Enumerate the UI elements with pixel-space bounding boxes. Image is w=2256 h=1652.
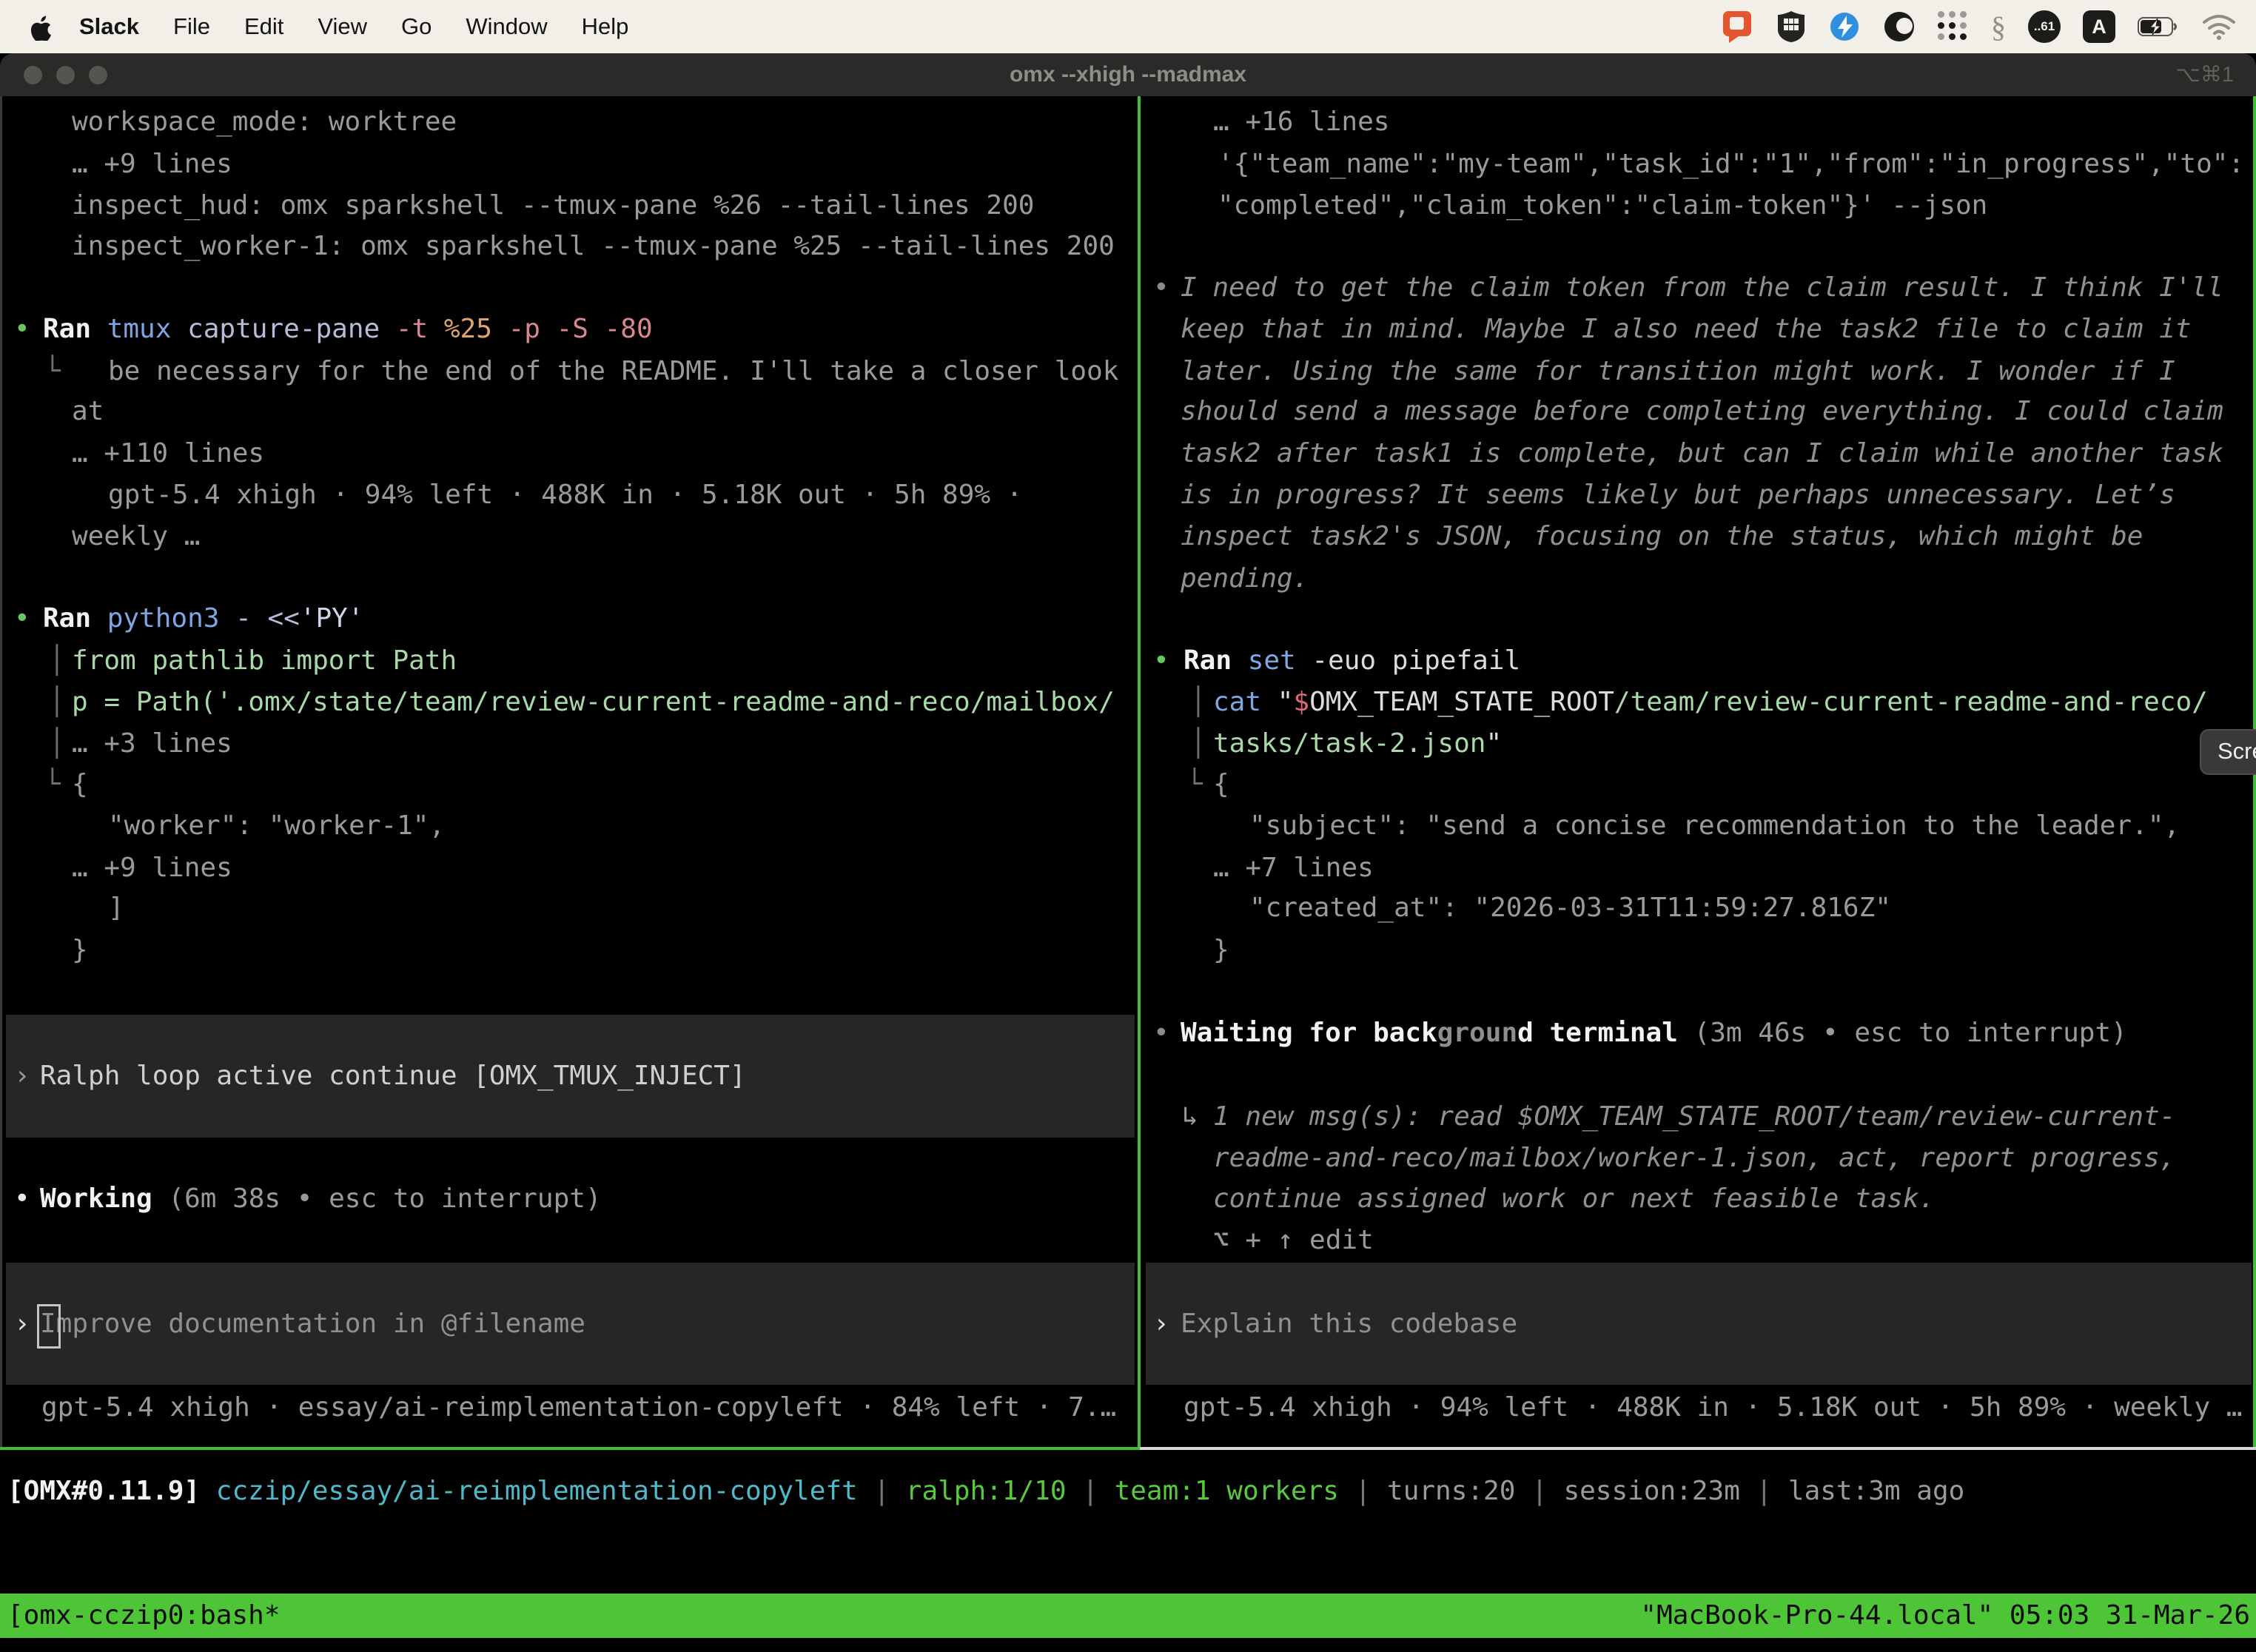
text-segment: | [1756, 1476, 1788, 1506]
text-segment: last:3m ago [1788, 1476, 1964, 1506]
window-left-border [0, 96, 2, 1448]
screen-tooltip-label: Scre [2218, 738, 2256, 764]
text-segment: | [873, 1476, 905, 1506]
text-segment: ralph:1/10 [906, 1476, 1082, 1506]
counter-badge-icon[interactable]: ..61 [2028, 10, 2061, 43]
battery-icon[interactable] [2138, 16, 2179, 37]
tmux-status-bar: [omx-cczip0:bash* "MacBook-Pro-44.local"… [0, 1594, 2256, 1638]
text-segment: [OMX#0.11.9] [7, 1476, 216, 1506]
menu-app-name[interactable]: Slack [62, 13, 156, 40]
right-prompt-input-box[interactable] [1146, 1263, 2252, 1385]
ralph-status-box [6, 1015, 1135, 1138]
macos-menu-bar: Slack File Edit View Go Window Help § ..… [0, 0, 2256, 53]
tmux-host-clock-label: "MacBook-Pro-44.local" 05:03 31-Mar-26 [1640, 1594, 2250, 1638]
window-shortcut-badge: ⌥⌘1 [2175, 53, 2234, 96]
text-segment: | [1355, 1476, 1387, 1506]
pane-divider[interactable] [1138, 96, 1141, 1448]
dots-grid-icon[interactable] [1938, 11, 1969, 42]
text-segment: team:1 workers [1115, 1476, 1355, 1506]
left-prompt-input-box[interactable] [6, 1263, 1135, 1385]
menu-item-file[interactable]: File [156, 13, 227, 40]
omx-session-status-line: [OMX#0.11.9] cczip/essay/ai-reimplementa… [0, 1471, 2256, 1512]
menu-item-go[interactable]: Go [384, 13, 449, 40]
apple-menu-icon[interactable] [28, 13, 52, 41]
window-title-bar: omx --xhigh --madmax ⌥⌘1 [0, 53, 2256, 96]
terminal-background [0, 96, 2256, 1448]
wifi-icon[interactable] [2201, 13, 2237, 40]
text-segment: cczip/essay/ai-reimplementation-copyleft [216, 1476, 874, 1506]
text-segment: session:23m [1563, 1476, 1756, 1506]
right-pane-bottom-border [1140, 1447, 2256, 1450]
menu-item-edit[interactable]: Edit [227, 13, 301, 40]
text-cursor [37, 1304, 61, 1349]
text-segment: | [1082, 1476, 1114, 1506]
text-segment: | [1531, 1476, 1563, 1506]
bolt-circle-icon[interactable] [1828, 10, 1861, 43]
text-segment: turns:20 [1387, 1476, 1531, 1506]
menu-item-help[interactable]: Help [565, 13, 646, 40]
screen-tooltip: Scre [2200, 729, 2256, 775]
menu-status-icons: § ..61 A [1722, 10, 2256, 44]
moon-circle-icon[interactable] [1883, 10, 1916, 43]
chat-app-icon[interactable] [1722, 10, 1754, 44]
left-pane-bottom-border [0, 1447, 1140, 1450]
menu-item-window[interactable]: Window [449, 13, 564, 40]
keyboard-layout-icon[interactable]: A [2083, 10, 2115, 43]
line-text: [OMX#0.11.9] cczip/essay/ai-reimplementa… [7, 1471, 1964, 1512]
hook-icon[interactable]: § [1991, 10, 2006, 44]
grid-shield-icon[interactable] [1776, 10, 1806, 43]
tmux-session-label[interactable]: [omx-cczip0:bash* [7, 1594, 280, 1638]
menu-item-view[interactable]: View [301, 13, 384, 40]
window-title: omx --xhigh --madmax [0, 53, 2256, 96]
